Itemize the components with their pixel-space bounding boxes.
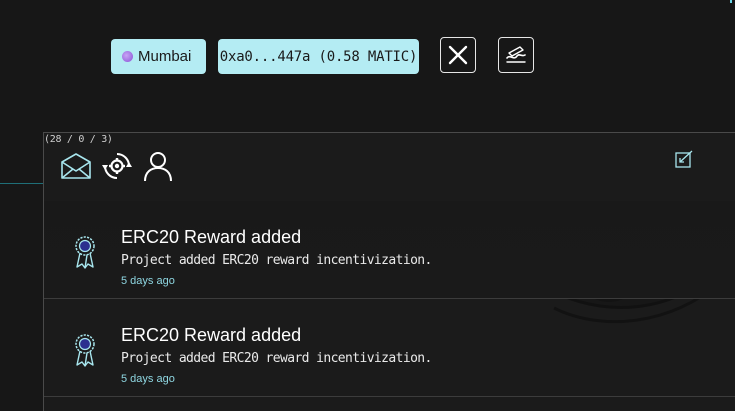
notification-item[interactable]: ERC20 Reward added Project added ERC20 r…: [44, 201, 735, 299]
panel-toolbar: [59, 149, 174, 183]
refresh-button[interactable]: [100, 149, 133, 183]
award-ribbon-icon: [75, 334, 95, 367]
notification-title: ERC20 Reward added: [121, 227, 302, 247]
notification-description: Project added ERC20 reward incentivizati…: [121, 253, 432, 268]
notification-list: ERC20 Reward added Project added ERC20 r…: [44, 201, 735, 397]
close-button[interactable]: [440, 37, 476, 73]
account-button[interactable]: 0xa0...447a (0.58 MATIC): [218, 39, 419, 74]
mark-read-icon: [675, 150, 693, 168]
notification-description: Project added ERC20 reward incentivizati…: [121, 351, 432, 366]
notification-time: 5 days ago: [121, 373, 175, 385]
close-icon: [448, 45, 468, 65]
network-label: Mumbai: [138, 48, 192, 65]
top-edge-mark: [730, 0, 732, 3]
award-ribbon-icon: [75, 236, 95, 269]
profile-button[interactable]: [141, 149, 174, 183]
mark-read-button[interactable]: [674, 149, 694, 169]
account-label: 0xa0...447a (0.58 MATIC): [219, 48, 418, 65]
network-selector-button[interactable]: Mumbai: [111, 39, 206, 74]
notification-counts: (28 / 0 / 3): [44, 134, 113, 145]
user-icon: [143, 152, 172, 182]
notification-item[interactable]: ERC20 Reward added Project added ERC20 r…: [44, 299, 735, 397]
notifications-page: Mumbai 0xa0...447a (0.58 MATIC) (28 / 0 …: [0, 0, 735, 411]
notification-time: 5 days ago: [121, 275, 175, 287]
accent-divider: [0, 183, 44, 184]
inbox-button[interactable]: [59, 149, 92, 183]
envelope-icon: [60, 153, 91, 179]
polygon-dot-icon: [122, 51, 133, 62]
refresh-gear-icon: [101, 153, 132, 179]
notification-panel: (28 / 0 / 3) ERC20 Reward added Project …: [43, 132, 735, 411]
signature-icon: [506, 46, 526, 63]
sign-button[interactable]: [498, 37, 534, 73]
notification-title: ERC20 Reward added: [121, 325, 302, 345]
